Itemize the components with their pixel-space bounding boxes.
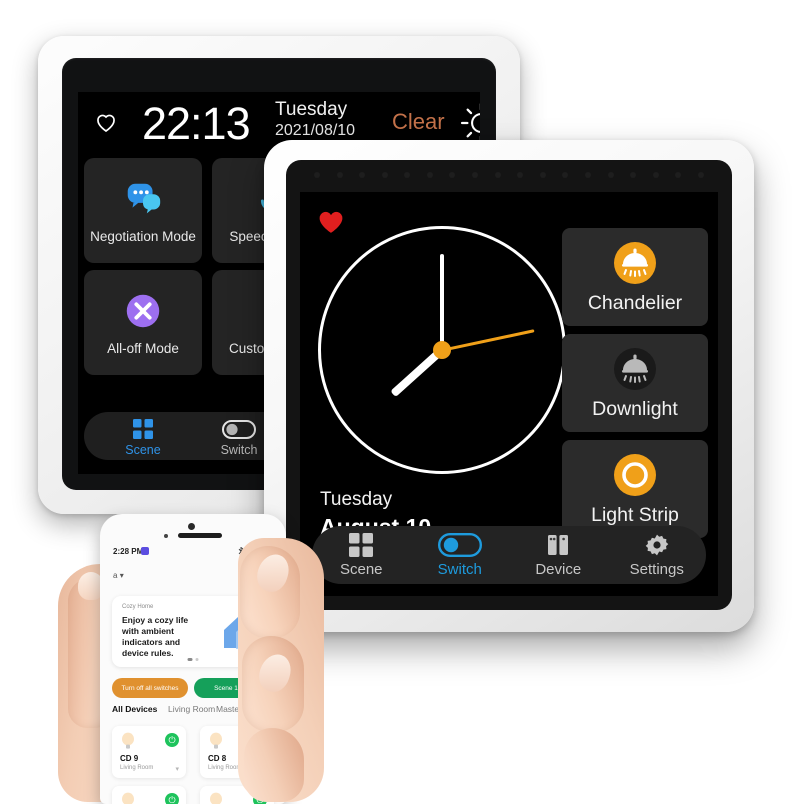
room-tab-all-devices[interactable]: All Devices [112,704,157,714]
toggle-on-icon [411,532,510,558]
status-bar-time: 2:28 PM [113,547,144,556]
close-circle-icon [126,294,160,327]
home-selector[interactable]: a ▾ [113,571,124,580]
device-tile-list: Chandelier Downlight Light Strip [562,228,708,546]
chevron-down-icon[interactable]: ▾ [175,765,179,773]
front-nav-label: Settings [629,561,684,578]
hand-holding-phone: 2:28 PM a ▾ + Cozy Home [58,500,324,804]
sun-icon [460,103,480,143]
carousel-dots[interactable] [187,658,199,661]
heart-outline-icon[interactable] [94,110,118,134]
front-panel-screen: Tuesday August 10 Cha [300,192,718,596]
front-camera-icon [188,523,195,530]
chevron-down-icon: ▾ [119,571,124,580]
speaker-grille [314,172,704,180]
quick-action-turn-off-all-switches[interactable]: Turn off all switches [112,678,188,698]
grid-icon [108,418,178,440]
bulb-icon [210,792,222,804]
front-nav-label: Device [535,561,582,578]
front-nav-item-settings[interactable]: Settings [608,532,707,578]
earpiece-speaker [178,533,222,538]
gear-icon [608,532,707,558]
rear-nav-label: Scene [125,443,161,457]
front-weekday: Tuesday [320,489,393,510]
device-tile-downlight[interactable]: Downlight [562,334,708,432]
front-nav-item-switch[interactable]: Switch [411,532,510,578]
device-tile-label: Downlight [592,397,678,420]
power-icon[interactable]: ⏻ [165,793,179,804]
device-icon [509,532,608,558]
clock-minute-hand [440,254,444,350]
bulb-icon [210,732,222,749]
device-card-cd-9[interactable]: ⏻ CD 9 Living Room ▾ [112,726,186,778]
clock-center-hub [433,341,451,359]
chat-bubbles-icon [127,183,161,213]
rear-nav-item-scene[interactable]: Scene [108,418,178,457]
rear-date: 2021/08/10 [275,122,356,139]
scene-tile-label: All-off Mode [107,340,179,356]
bulb-icon [122,792,134,804]
device-tile-chandelier[interactable]: Chandelier [562,228,708,326]
front-nav-label: Scene [339,561,383,578]
device-card-room: Living Room [120,765,154,771]
banner-kicker: Cozy Home [122,604,154,610]
scene-tile-label: Negotiation Mode [90,228,196,244]
rear-weekday: Tuesday [275,99,348,120]
light-strip-icon [614,453,656,496]
device-tile-label: Chandelier [587,291,683,314]
room-tab-living-room[interactable]: Living Room [168,704,215,714]
front-smart-switch-panel: Tuesday August 10 Cha [264,140,754,632]
scene-tile-negotiation-mode[interactable]: Negotiation Mode [84,158,202,263]
chandelier-icon [614,241,656,284]
front-nav-item-scene[interactable]: Scene [312,532,411,578]
front-panel-bezel: Tuesday August 10 Cha [286,160,732,610]
device-card-name: CD 9 [120,754,139,763]
app-badge-icon [141,547,149,555]
ring-finger [244,728,304,802]
rear-weather-text: Clear [392,109,445,134]
device-tile-label: Light Strip [591,503,679,526]
bulb-icon [122,732,134,749]
device-tile-light-strip[interactable]: Light Strip [562,440,708,538]
power-icon[interactable]: ⏻ [165,733,179,747]
banner-headline: Enjoy a cozy life with ambient indicator… [122,615,189,658]
rear-clock-time: 22:13 [142,98,251,149]
home-selector-label: a [113,571,118,580]
device-card-room: Living Room [208,765,242,771]
device-card-row2-left[interactable]: ⏻ [112,786,186,804]
device-card-name: CD 8 [208,754,227,763]
proximity-sensor-icon [164,534,168,538]
front-nav-bar: Scene Switch Device Settings [312,526,706,584]
scene-tile-all-off-mode[interactable]: All-off Mode [84,270,202,375]
grid-icon [312,532,411,558]
front-nav-item-device[interactable]: Device [509,532,608,578]
front-nav-label: Switch [437,561,482,578]
downlight-icon [614,347,656,390]
analog-clock [318,226,566,474]
